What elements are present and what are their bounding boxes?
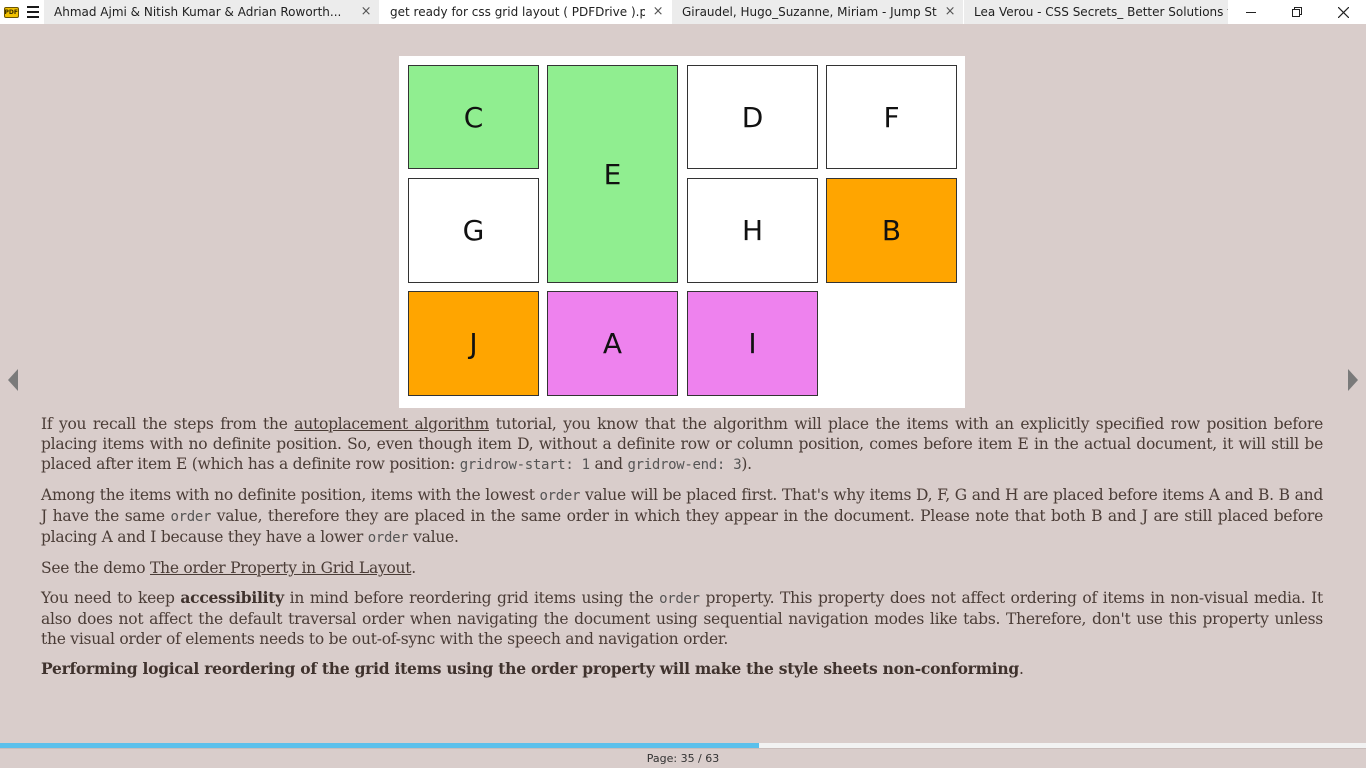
previous-page-button[interactable] xyxy=(6,368,20,392)
status-bar: Page: 35 / 63 xyxy=(0,748,1366,768)
code-snippet: order xyxy=(367,530,409,546)
tab-label: Ahmad Ajmi & Nitish Kumar & Adrian Rowor… xyxy=(54,5,342,19)
arrow-left-icon xyxy=(8,369,18,391)
grid-item-h: H xyxy=(687,178,818,283)
code-snippet: order xyxy=(539,488,581,504)
paragraph-autoplacement: If you recall the steps from the autopla… xyxy=(41,415,1324,473)
next-page-button[interactable] xyxy=(1346,368,1360,392)
autoplacement-link[interactable]: autoplacement algorithm xyxy=(294,415,489,433)
tab-lea-verou[interactable]: Lea Verou - CSS Secrets_ Better Solution… xyxy=(964,0,1259,24)
window-controls xyxy=(1228,0,1366,24)
grid-item-f: F xyxy=(826,65,957,169)
paragraph-warning: Performing logical reordering of the gri… xyxy=(41,659,1024,678)
tab-label: get ready for css grid layout ( PDFDrive… xyxy=(390,5,646,19)
tab-label: Giraudel, Hugo_Suzanne, Miriam - Jump St… xyxy=(682,5,937,19)
page-text: If you recall the steps from the autopla… xyxy=(41,414,1323,689)
grid-item-i: I xyxy=(687,291,818,396)
hamburger-menu-icon[interactable] xyxy=(22,0,44,24)
grid-figure: C E D F G H B J A I xyxy=(399,56,965,408)
grid-item-d: D xyxy=(687,65,818,169)
code-snippet: order xyxy=(170,509,212,525)
paragraph-accessibility: You need to keep accessibility in mind b… xyxy=(41,588,1323,648)
tab-giraudel[interactable]: Giraudel, Hugo_Suzanne, Miriam - Jump St… xyxy=(672,0,964,24)
code-snippet: gridrow-start: 1 xyxy=(459,457,590,473)
grid-item-a: A xyxy=(547,291,678,396)
grid-item-c: C xyxy=(408,65,539,169)
app-logo-icon: PDF xyxy=(3,6,19,18)
code-snippet: order xyxy=(659,591,700,607)
code-snippet: gridrow-end: 3 xyxy=(627,457,742,473)
paragraph-demo: See the demo The order Property in Grid … xyxy=(41,559,416,577)
tab-label: Lea Verou - CSS Secrets_ Better Solution… xyxy=(974,5,1232,19)
close-icon[interactable]: × xyxy=(943,0,957,24)
close-window-button[interactable] xyxy=(1320,0,1366,24)
close-icon[interactable]: × xyxy=(359,0,373,24)
demo-link[interactable]: The order Property in Grid Layout xyxy=(150,559,411,577)
tab-css-grid-layout[interactable]: get ready for css grid layout ( PDFDrive… xyxy=(380,0,672,24)
paragraph-order: Among the items with no definite positio… xyxy=(41,486,1324,546)
tab-strip: Ahmad Ajmi & Nitish Kumar & Adrian Rowor… xyxy=(44,0,1259,24)
arrow-right-icon xyxy=(1348,369,1358,391)
restore-icon xyxy=(1292,7,1302,17)
grid-item-b: B xyxy=(826,178,957,283)
minimize-icon xyxy=(1246,12,1256,13)
title-bar: PDF Ahmad Ajmi & Nitish Kumar & Adrian R… xyxy=(0,0,1366,24)
grid-item-j: J xyxy=(408,291,539,396)
grid-item-e: E xyxy=(547,65,678,283)
restore-button[interactable] xyxy=(1274,0,1320,24)
grid-item-g: G xyxy=(408,178,539,283)
close-icon[interactable]: × xyxy=(651,0,665,24)
tab-ahmad-ajmi[interactable]: Ahmad Ajmi & Nitish Kumar & Adrian Rowor… xyxy=(44,0,380,24)
page-indicator: Page: 35 / 63 xyxy=(646,752,720,765)
close-icon xyxy=(1337,6,1349,18)
minimize-button[interactable] xyxy=(1228,0,1274,24)
